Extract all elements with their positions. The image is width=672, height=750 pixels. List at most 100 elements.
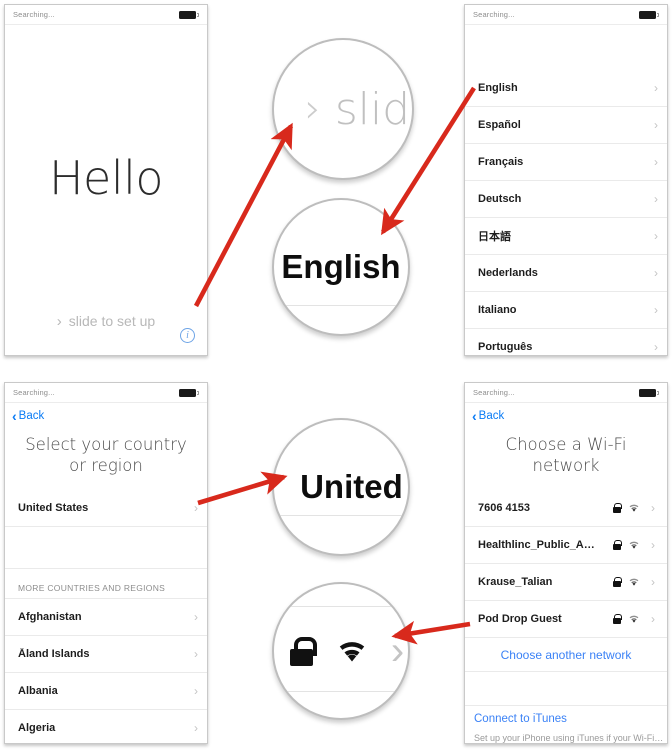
chevron-left-icon: ‹: [472, 408, 477, 424]
lock-icon: [289, 636, 317, 666]
wifi-row-icons: ›: [613, 576, 655, 588]
language-label: Español: [478, 119, 521, 131]
page-title: Choose a Wi-Fi network: [505, 435, 627, 475]
chevron-right-icon: ›: [654, 229, 658, 243]
list-item[interactable]: Afghanistan ›: [5, 599, 207, 637]
country-label: Algeria: [18, 722, 56, 735]
chevron-left-icon: ‹: [12, 408, 17, 424]
lock-icon: [613, 577, 622, 588]
iphone-wifi-panel: Searching... ‹ Back Choose a Wi-Fi netwo…: [464, 382, 668, 744]
back-button-label: Back: [18, 410, 45, 422]
status-carrier-text: Searching...: [473, 388, 515, 397]
battery-full-icon: [179, 10, 199, 19]
back-button[interactable]: ‹ Back: [5, 403, 207, 429]
language-label: Italiano: [478, 304, 517, 316]
row-divider: [274, 515, 408, 516]
chevron-right-icon: ›: [654, 340, 658, 354]
iphone-hello-panel: Searching... Hello › slide to set up i: [4, 4, 208, 356]
status-bar: Searching...: [5, 383, 207, 403]
list-item[interactable]: Italiano ›: [465, 292, 667, 329]
list-item[interactable]: 7606 4153 ›: [465, 490, 667, 528]
status-carrier-text: Searching...: [473, 10, 515, 19]
hello-content: Hello › slide to set up i: [5, 25, 207, 355]
magnifier-united-states-text: United S: [300, 468, 408, 505]
chevron-right-icon: ›: [654, 303, 658, 317]
country-list: United States › MORE COUNTRIES AND REGIO…: [5, 490, 207, 743]
chevron-right-icon: ›: [654, 118, 658, 132]
wifi-icon: [339, 641, 365, 661]
back-button-label: Back: [478, 410, 505, 422]
itunes-footer: Connect to iTunes Set up your iPhone usi…: [465, 705, 667, 743]
battery-full-icon: [639, 10, 659, 19]
status-bar: Searching...: [465, 5, 667, 25]
chevron-right-icon: ›: [390, 629, 405, 673]
language-list: English › Español › Français › Deutsch ›…: [465, 70, 667, 355]
language-label: Français: [478, 156, 524, 168]
info-icon[interactable]: i: [180, 328, 195, 343]
magnifier-slide: › slide: [272, 38, 414, 180]
connect-to-itunes-link[interactable]: Connect to iTunes: [474, 713, 667, 725]
status-carrier-text: Searching...: [13, 388, 55, 397]
chevron-right-icon: ›: [304, 86, 321, 132]
language-label: Deutsch: [478, 193, 522, 205]
chevron-right-icon: ›: [654, 155, 658, 169]
chevron-right-icon: ›: [194, 721, 198, 736]
iphone-country-panel: Searching... ‹ Back Select your country …: [4, 382, 208, 744]
wifi-icon: [629, 504, 639, 512]
list-item[interactable]: Pod Drop Guest ›: [465, 601, 667, 639]
list-item[interactable]: Krause_Talian ›: [465, 564, 667, 602]
lock-icon: [613, 614, 622, 625]
chevron-right-icon: ›: [194, 610, 198, 625]
wifi-icon: [629, 615, 639, 623]
magnifier-slide-text: slide: [334, 83, 412, 135]
language-label: Nederlands: [478, 267, 538, 279]
lock-icon: [613, 503, 622, 514]
list-item[interactable]: 日本語 ›: [465, 218, 667, 255]
language-label: Português: [478, 341, 533, 353]
slide-to-set-up-control[interactable]: › slide to set up: [5, 313, 207, 329]
list-item[interactable]: Español ›: [465, 107, 667, 144]
battery-full-icon: [179, 388, 199, 397]
wifi-ssid-label: Krause_Talian: [478, 576, 553, 589]
page-title: Select your country or region: [25, 435, 187, 475]
iphone-language-panel: Searching... English › Español › Françai…: [464, 4, 668, 356]
list-item[interactable]: Algeria ›: [5, 710, 207, 743]
chevron-right-icon: ›: [651, 575, 655, 590]
list-item[interactable]: English ›: [465, 70, 667, 107]
country-label: Afghanistan: [18, 611, 82, 624]
list-item[interactable]: Deutsch ›: [465, 181, 667, 218]
magnifier-english: English: [272, 198, 410, 336]
magnifier-united-states: United S: [272, 418, 410, 556]
choose-another-network-link[interactable]: Choose another network: [465, 638, 667, 673]
chevron-right-icon: ›: [651, 501, 655, 516]
chevron-right-icon: ›: [654, 81, 658, 95]
list-item[interactable]: Åland Islands ›: [5, 636, 207, 674]
language-label: 日本語: [478, 231, 511, 243]
chevron-right-icon: ›: [194, 647, 198, 662]
row-divider: [274, 606, 408, 607]
list-item-selected-country[interactable]: United States ›: [5, 490, 207, 528]
wifi-network-list: 7606 4153 › Healthlinc_Public_A… › Kraus…: [465, 490, 667, 673]
wifi-row-icons: ›: [613, 539, 655, 551]
screenshot-stage: Searching... Hello › slide to set up i S…: [0, 0, 672, 750]
wifi-row-icons: ›: [613, 613, 655, 625]
list-item[interactable]: Português ›: [465, 329, 667, 355]
back-button[interactable]: ‹ Back: [465, 403, 667, 429]
wifi-ssid-label: Healthlinc_Public_A…: [478, 539, 595, 552]
wifi-icon: [629, 541, 639, 549]
list-item[interactable]: Albania ›: [5, 673, 207, 711]
chevron-right-icon: ›: [651, 612, 655, 627]
language-list-spacer: [465, 25, 667, 70]
language-label: English: [478, 82, 518, 94]
list-gap: [5, 527, 207, 570]
chevron-right-icon: ›: [56, 312, 62, 330]
status-bar: Searching...: [465, 383, 667, 403]
country-label: Albania: [18, 685, 58, 698]
list-item[interactable]: Nederlands ›: [465, 255, 667, 292]
list-item[interactable]: Healthlinc_Public_A… ›: [465, 527, 667, 565]
status-carrier-text: Searching...: [13, 10, 55, 19]
battery-full-icon: [639, 388, 659, 397]
list-item[interactable]: Français ›: [465, 144, 667, 181]
chevron-right-icon: ›: [194, 684, 198, 699]
magnifier-slide-content: › slide: [304, 83, 412, 135]
